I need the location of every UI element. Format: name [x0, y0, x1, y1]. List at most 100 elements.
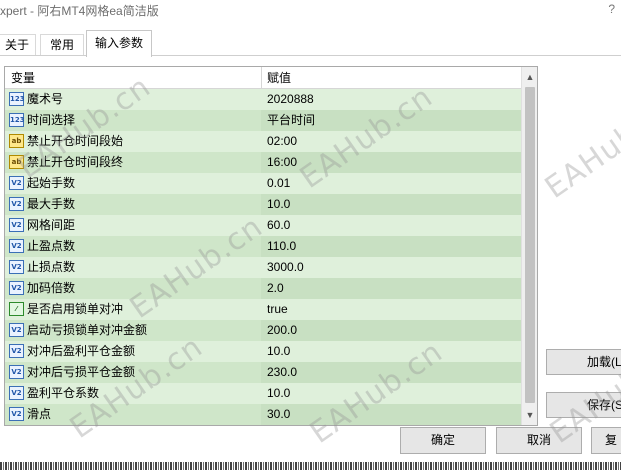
- parameter-value[interactable]: 2.0: [261, 278, 521, 299]
- double-type-icon: V2: [9, 239, 24, 253]
- scroll-thumb[interactable]: [525, 87, 535, 403]
- scroll-up-arrow-icon[interactable]: ▲: [522, 69, 537, 85]
- save-button[interactable]: 保存(S: [546, 392, 621, 418]
- parameter-row[interactable]: V2 止盈点数 110.0: [5, 236, 521, 257]
- parameter-name: 启动亏损锁单对冲金额: [27, 323, 148, 337]
- parameter-row[interactable]: V2 对冲后盈利平仓金额 10.0: [5, 341, 521, 362]
- tab-strip: 关于 常用 输入参数: [0, 30, 621, 57]
- parameter-name: 是否启用锁单对冲: [27, 302, 124, 316]
- bool-type-icon: ⁄: [9, 302, 24, 316]
- parameter-row[interactable]: V2 滑点 30.0: [5, 404, 521, 425]
- parameter-row[interactable]: ab 禁止开仓时间段始 02:00: [5, 131, 521, 152]
- parameter-name: 魔术号: [27, 92, 64, 106]
- parameter-name: 网格间距: [27, 218, 76, 232]
- parameter-name-cell[interactable]: V2 对冲后盈利平仓金额: [5, 341, 261, 362]
- parameter-name-cell[interactable]: V2 加码倍数: [5, 278, 261, 299]
- tab-common[interactable]: 常用: [40, 34, 84, 56]
- ok-button[interactable]: 确定: [400, 427, 486, 454]
- cancel-button[interactable]: 取消: [496, 427, 582, 454]
- parameter-row[interactable]: ab 禁止开仓时间段终 16:00: [5, 152, 521, 173]
- parameter-name: 禁止开仓时间段终: [27, 155, 124, 169]
- parameter-name-cell[interactable]: V2 止损点数: [5, 257, 261, 278]
- parameter-value[interactable]: 02:00: [261, 131, 521, 152]
- watermark: EAHub.cn: [538, 89, 621, 206]
- parameter-row[interactable]: V2 网格间距 60.0: [5, 215, 521, 236]
- parameter-value[interactable]: 60.0: [261, 215, 521, 236]
- parameter-name: 禁止开仓时间段始: [27, 134, 124, 148]
- vertical-scrollbar[interactable]: ▲ ▼: [521, 67, 537, 425]
- title-bar: xpert - 阿右MT4网格ea简洁版 ?: [0, 0, 621, 22]
- parameter-value[interactable]: 10.0: [261, 383, 521, 404]
- scroll-down-arrow-icon[interactable]: ▼: [522, 407, 537, 423]
- parameter-rows: 123 魔术号 2020888 123 时间选择 平台时间 ab 禁止开仓时间段始 02:00 a…: [5, 89, 521, 425]
- parameter-name-cell[interactable]: 123 时间选择: [5, 110, 261, 131]
- double-type-icon: V2: [9, 218, 24, 232]
- parameters-grid: 变量 赋值 123 魔术号 2020888 123 时间选择 平台时间 ab 禁止开仓时间段始…: [4, 66, 538, 426]
- parameter-value[interactable]: 230.0: [261, 362, 521, 383]
- double-type-icon: V2: [9, 323, 24, 337]
- parameter-value[interactable]: 2020888: [261, 89, 521, 110]
- int-type-icon: 123: [9, 92, 25, 106]
- parameter-name-cell[interactable]: ⁄ 是否启用锁单对冲: [5, 299, 261, 320]
- parameter-row[interactable]: 123 魔术号 2020888: [5, 89, 521, 110]
- parameter-name: 盈利平仓系数: [27, 386, 100, 400]
- parameter-name: 对冲后亏损平仓金额: [27, 365, 136, 379]
- int-type-icon: 123: [9, 113, 25, 127]
- parameter-name-cell[interactable]: V2 启动亏损锁单对冲金额: [5, 320, 261, 341]
- parameter-name-cell[interactable]: V2 起始手数: [5, 173, 261, 194]
- parameter-value[interactable]: 30.0: [261, 404, 521, 425]
- column-separator[interactable]: [261, 67, 262, 89]
- parameter-value[interactable]: 3000.0: [261, 257, 521, 278]
- reset-button[interactable]: 复: [591, 427, 621, 454]
- parameter-name: 对冲后盈利平仓金额: [27, 344, 136, 358]
- parameter-row[interactable]: V2 对冲后亏损平仓金额 230.0: [5, 362, 521, 383]
- parameter-value[interactable]: 200.0: [261, 320, 521, 341]
- tab-inputs[interactable]: 输入参数: [86, 30, 152, 57]
- double-type-icon: V2: [9, 407, 24, 421]
- window-title: xpert - 阿右MT4网格ea简洁版: [0, 4, 159, 18]
- parameter-value[interactable]: true: [261, 299, 521, 320]
- parameter-value[interactable]: 110.0: [261, 236, 521, 257]
- parameter-row[interactable]: V2 止损点数 3000.0: [5, 257, 521, 278]
- ab-type-icon: ab: [9, 134, 24, 148]
- parameter-name-cell[interactable]: ab 禁止开仓时间段终: [5, 152, 261, 173]
- double-type-icon: V2: [9, 344, 24, 358]
- parameter-value[interactable]: 10.0: [261, 341, 521, 362]
- parameter-name: 止损点数: [27, 260, 76, 274]
- parameter-row[interactable]: V2 加码倍数 2.0: [5, 278, 521, 299]
- parameter-name-cell[interactable]: V2 网格间距: [5, 215, 261, 236]
- parameter-name-cell[interactable]: V2 滑点: [5, 404, 261, 425]
- parameter-row[interactable]: ⁄ 是否启用锁单对冲 true: [5, 299, 521, 320]
- parameter-name-cell[interactable]: V2 最大手数: [5, 194, 261, 215]
- parameter-row[interactable]: V2 盈利平仓系数 10.0: [5, 383, 521, 404]
- parameter-row[interactable]: V2 起始手数 0.01: [5, 173, 521, 194]
- double-type-icon: V2: [9, 197, 24, 211]
- parameter-name-cell[interactable]: 123 魔术号: [5, 89, 261, 110]
- grid-header: 变量 赋值: [5, 67, 523, 89]
- tab-about[interactable]: 关于: [0, 34, 37, 56]
- double-type-icon: V2: [9, 176, 24, 190]
- column-header-value[interactable]: 赋值: [267, 67, 291, 89]
- load-button[interactable]: 加载(L: [546, 349, 621, 375]
- double-type-icon: V2: [9, 365, 24, 379]
- help-button[interactable]: ?: [608, 2, 615, 16]
- parameter-row[interactable]: 123 时间选择 平台时间: [5, 110, 521, 131]
- parameter-value[interactable]: 10.0: [261, 194, 521, 215]
- parameter-value[interactable]: 0.01: [261, 173, 521, 194]
- parameter-name-cell[interactable]: V2 盈利平仓系数: [5, 383, 261, 404]
- parameter-value[interactable]: 平台时间: [261, 110, 521, 131]
- parameter-value[interactable]: 16:00: [261, 152, 521, 173]
- parameter-name-cell[interactable]: V2 止盈点数: [5, 236, 261, 257]
- ab-type-icon: ab: [9, 155, 24, 169]
- parameter-name: 时间选择: [27, 113, 76, 127]
- double-type-icon: V2: [9, 386, 24, 400]
- double-type-icon: V2: [9, 260, 24, 274]
- parameter-name-cell[interactable]: V2 对冲后亏损平仓金额: [5, 362, 261, 383]
- column-header-variable[interactable]: 变量: [11, 67, 35, 89]
- parameter-name: 止盈点数: [27, 239, 76, 253]
- parameter-row[interactable]: V2 启动亏损锁单对冲金额 200.0: [5, 320, 521, 341]
- parameter-row[interactable]: V2 最大手数 10.0: [5, 194, 521, 215]
- parameter-name: 加码倍数: [27, 281, 76, 295]
- parameter-name-cell[interactable]: ab 禁止开仓时间段始: [5, 131, 261, 152]
- parameter-name: 最大手数: [27, 197, 76, 211]
